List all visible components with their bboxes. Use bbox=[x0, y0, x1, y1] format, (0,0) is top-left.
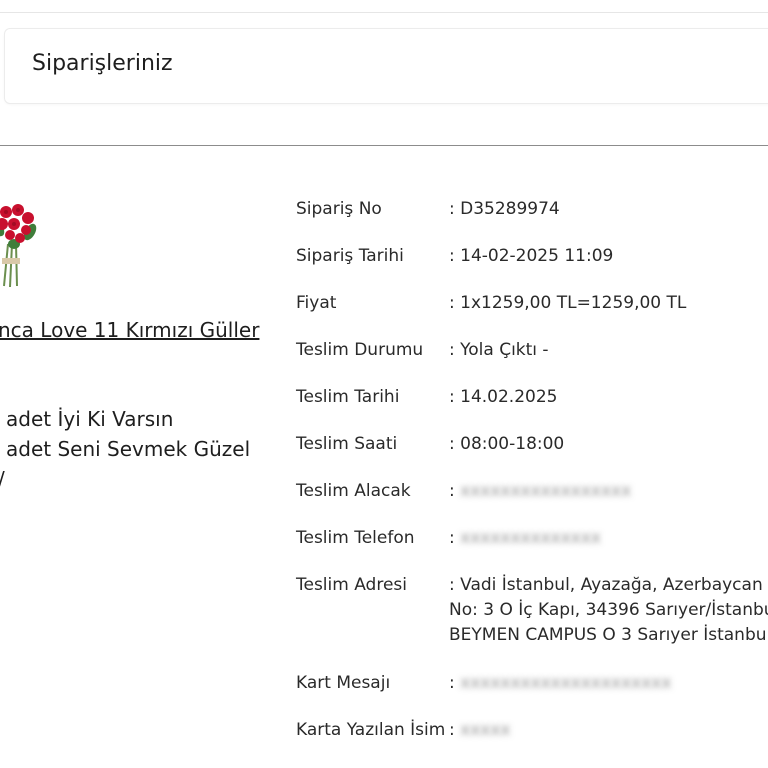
rose-bouquet-image[interactable] bbox=[0, 198, 40, 290]
order-no-label: Sipariş No bbox=[296, 199, 382, 219]
card-name-value: : xxxxx bbox=[449, 718, 510, 743]
extra-item: adet Seni Sevmek Güzel bbox=[6, 437, 251, 461]
delivery-status-value: : Yola Çıktı - bbox=[449, 340, 549, 360]
redacted-card-name: xxxxx bbox=[460, 720, 511, 740]
product-extras: adet İyi Ki Varsın adet Seni Sevmek Güze… bbox=[0, 404, 251, 491]
address-label: Teslim Adresi bbox=[296, 575, 407, 595]
delivery-date-value: : 14.02.2025 bbox=[449, 387, 558, 407]
order-no-value: : D35289974 bbox=[449, 199, 560, 219]
phone-label: Teslim Telefon bbox=[296, 528, 415, 548]
redacted-card-message: xxxxxxxxxxxxxxxxxxxxx bbox=[460, 673, 672, 693]
delivery-time-label: Teslim Saati bbox=[296, 434, 398, 454]
top-border bbox=[0, 12, 768, 13]
order-date-value: : 14-02-2025 11:09 bbox=[449, 246, 614, 266]
product-name-link[interactable]: nca Love 11 Kırmızı Güller bbox=[0, 318, 259, 342]
card-message-colon: : bbox=[449, 673, 455, 693]
bouquet-stems bbox=[2, 243, 20, 288]
address-line: No: 3 O İç Kapı, 34396 Sarıyer/İstanbul … bbox=[449, 600, 768, 620]
extra-item: adet İyi Ki Varsın bbox=[6, 407, 174, 431]
card-message-label: Kart Mesajı bbox=[296, 673, 391, 693]
section-divider bbox=[0, 145, 768, 146]
card-name-label: Karta Yazılan İsim bbox=[296, 720, 446, 740]
address-line: : Vadi İstanbul, Ayazağa, Azerbaycan Cd. bbox=[449, 575, 768, 595]
extra-tail: / bbox=[0, 464, 5, 494]
phone-colon: : bbox=[449, 528, 455, 548]
page-title: Siparişleriniz bbox=[32, 51, 173, 76]
address-line: BEYMEN CAMPUS O 3 Sarıyer İstanbul bbox=[449, 625, 768, 645]
delivery-status-label: Teslim Durumu bbox=[296, 340, 424, 360]
phone-value: : xxxxxxxxxxxxxx bbox=[449, 526, 601, 551]
order-date-label: Sipariş Tarihi bbox=[296, 246, 404, 266]
card-message-value: : xxxxxxxxxxxxxxxxxxxxx bbox=[449, 671, 671, 696]
redacted-recipient: xxxxxxxxxxxxxxxxx bbox=[460, 481, 632, 501]
orders-header: Siparişleriniz bbox=[4, 28, 768, 104]
recipient-label: Teslim Alacak bbox=[296, 481, 411, 501]
delivery-date-label: Teslim Tarihi bbox=[296, 387, 400, 407]
recipient-colon: : bbox=[449, 481, 455, 501]
address-value: : Vadi İstanbul, Ayazağa, Azerbaycan Cd.… bbox=[449, 573, 768, 648]
delivery-time-value: : 08:00-18:00 bbox=[449, 434, 565, 454]
recipient-value: : xxxxxxxxxxxxxxxxx bbox=[449, 479, 631, 504]
card-name-colon: : bbox=[449, 720, 455, 740]
price-label: Fiyat bbox=[296, 293, 337, 313]
redacted-phone: xxxxxxxxxxxxxx bbox=[460, 528, 601, 548]
price-value: : 1x1259,00 TL=1259,00 TL bbox=[449, 293, 687, 313]
